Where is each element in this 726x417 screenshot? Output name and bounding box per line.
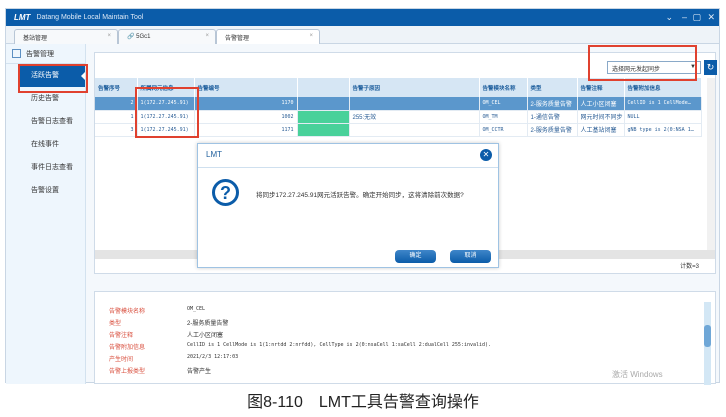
- tab-base-station[interactable]: 基站管理 ×: [14, 29, 118, 44]
- dialog-close-icon[interactable]: ✕: [480, 149, 492, 161]
- row-count: 计数=3: [680, 264, 699, 270]
- confirm-dialog: LMT ✕ ? 将同步172.27.245.91网元活跃告警。确定开始同步，这将…: [197, 143, 499, 268]
- table-cell: 1-通信告警: [527, 110, 578, 124]
- tab-label: 5Gc1: [136, 34, 151, 40]
- detail-key: 告警注释: [109, 333, 134, 339]
- table-vertical-scrollbar[interactable]: [707, 78, 715, 250]
- cancel-button[interactable]: 取消: [450, 250, 491, 263]
- table-cell: NULL: [624, 110, 702, 124]
- detail-value: OM_CEL: [187, 306, 206, 312]
- ok-button[interactable]: 确定: [395, 250, 436, 263]
- table-cell: [349, 123, 480, 137]
- question-icon: ?: [212, 179, 239, 206]
- table-cell: 3: [95, 123, 138, 137]
- col-header[interactable]: 告警序号: [95, 78, 138, 97]
- detail-value: 2-服务质量告警: [187, 321, 229, 327]
- sidebar-item-online-events[interactable]: 在线事件: [6, 133, 85, 156]
- tab-bar: 基站管理 × 🔗 5Gc1 × 告警管理 ×: [6, 26, 719, 44]
- table-cell: 1171: [194, 123, 298, 137]
- table-cell: OM_CCTR: [479, 123, 528, 137]
- close-tab-icon[interactable]: ×: [205, 33, 209, 39]
- col-header[interactable]: 告警编号: [194, 78, 298, 97]
- detail-row: 告警模块名称 OM_CEL: [109, 306, 205, 317]
- sidebar-item-alarm-log[interactable]: 告警日志查看: [6, 110, 85, 133]
- detail-key: 产生时间: [109, 357, 134, 363]
- window-title: Datang Mobile Local Maintain Tool: [36, 14, 144, 21]
- table-cell: 2: [95, 97, 138, 111]
- chevron-down-icon[interactable]: ⌄: [665, 12, 673, 23]
- table-cell: 网元时间不同步: [577, 110, 625, 124]
- detail-key: 告警上报类型: [109, 369, 146, 375]
- detail-row: 告警上报类型 告警产生: [109, 366, 211, 377]
- close-tab-icon[interactable]: ×: [309, 33, 313, 39]
- detail-value: CellID is 1 CellMode is 1(1:nrtdd 2:nrfd…: [187, 342, 492, 348]
- table-cell: OM_CEL: [479, 97, 528, 111]
- close-tab-icon[interactable]: ×: [107, 33, 111, 39]
- sidebar: 告警管理 活跃告警 历史告警 告警日志查看 在线事件 事件日志查看 告警设置: [6, 44, 86, 384]
- detail-row: 类型 2-服务质量告警: [109, 318, 228, 329]
- highlight-box: [588, 45, 697, 81]
- maximize-icon[interactable]: ▢: [692, 12, 701, 23]
- sidebar-item-alarm-settings[interactable]: 告警设置: [6, 179, 85, 202]
- table-cell: 2-服务质量告警: [527, 123, 578, 137]
- detail-key: 告警附加信息: [109, 345, 146, 351]
- link-icon: 🔗: [127, 34, 135, 40]
- sidebar-header[interactable]: 告警管理: [6, 44, 85, 64]
- table-cell: [297, 110, 350, 124]
- table-cell: 2-服务质量告警: [527, 97, 578, 111]
- col-header[interactable]: 告警子原因: [349, 78, 480, 97]
- lmt-logo: LMT: [14, 13, 31, 22]
- sidebar-header-label: 告警管理: [26, 50, 54, 58]
- sidebar-item-event-log[interactable]: 事件日志查看: [6, 156, 85, 179]
- dialog-title: LMT: [206, 150, 222, 159]
- table-cell: 人工小区闭塞: [577, 97, 625, 111]
- table-cell: CellID is 1 CellMode…: [624, 97, 702, 111]
- close-icon[interactable]: ✕: [707, 12, 715, 23]
- title-bar: LMT Datang Mobile Local Maintain Tool ⌄ …: [6, 9, 719, 26]
- table-cell: [297, 123, 350, 137]
- dialog-message: 将同步172.27.245.91网元活跃告警。确定开始同步，这将清除前次数据?: [256, 192, 464, 199]
- minimize-icon[interactable]: –: [682, 12, 687, 22]
- table-cell: [349, 97, 480, 111]
- col-header[interactable]: 类型: [527, 78, 578, 97]
- detail-value: 2021/2/3 12:17:03: [187, 354, 239, 360]
- detail-row: 告警附加信息 CellID is 1 CellMode is 1(1:nrtdd …: [109, 342, 491, 353]
- list-icon: [12, 49, 21, 58]
- figure-caption: 图8-110 LMT工具告警查询操作: [247, 394, 479, 411]
- highlight-box: [135, 87, 199, 138]
- detail-row: 产生时间 2021/2/3 12:17:03: [109, 354, 238, 365]
- table-cell: 1170: [194, 97, 298, 111]
- refresh-button[interactable]: ↻: [704, 60, 717, 75]
- table-cell: 1002: [194, 110, 298, 124]
- tab-alarm-management[interactable]: 告警管理 ×: [216, 29, 320, 44]
- highlight-box: [18, 64, 88, 93]
- detail-value: 人工小区闭塞: [187, 333, 224, 339]
- table-cell: OM_TM: [479, 110, 528, 124]
- detail-row: 告警注释 人工小区闭塞: [109, 330, 223, 341]
- table-cell: gNB type is 2(0:NSA 1…: [624, 123, 702, 137]
- table-cell: 255:无效: [349, 110, 480, 124]
- tab-5gc1[interactable]: 🔗 5Gc1 ×: [118, 29, 216, 44]
- tab-label: 基站管理: [23, 36, 48, 42]
- detail-value: 告警产生: [187, 369, 212, 375]
- detail-key: 类型: [109, 321, 122, 327]
- col-header[interactable]: [297, 78, 350, 97]
- detail-scrollbar-thumb[interactable]: [704, 325, 711, 347]
- divider: [198, 167, 498, 168]
- tab-label: 告警管理: [225, 36, 250, 42]
- detail-key: 告警模块名称: [109, 309, 146, 315]
- col-header[interactable]: 告警模块名称: [479, 78, 528, 97]
- table-cell: 1: [95, 110, 138, 124]
- table-cell: [297, 97, 350, 111]
- table-cell: 人工基站闭塞: [577, 123, 625, 137]
- windows-watermark: 激活 Windows: [612, 370, 663, 379]
